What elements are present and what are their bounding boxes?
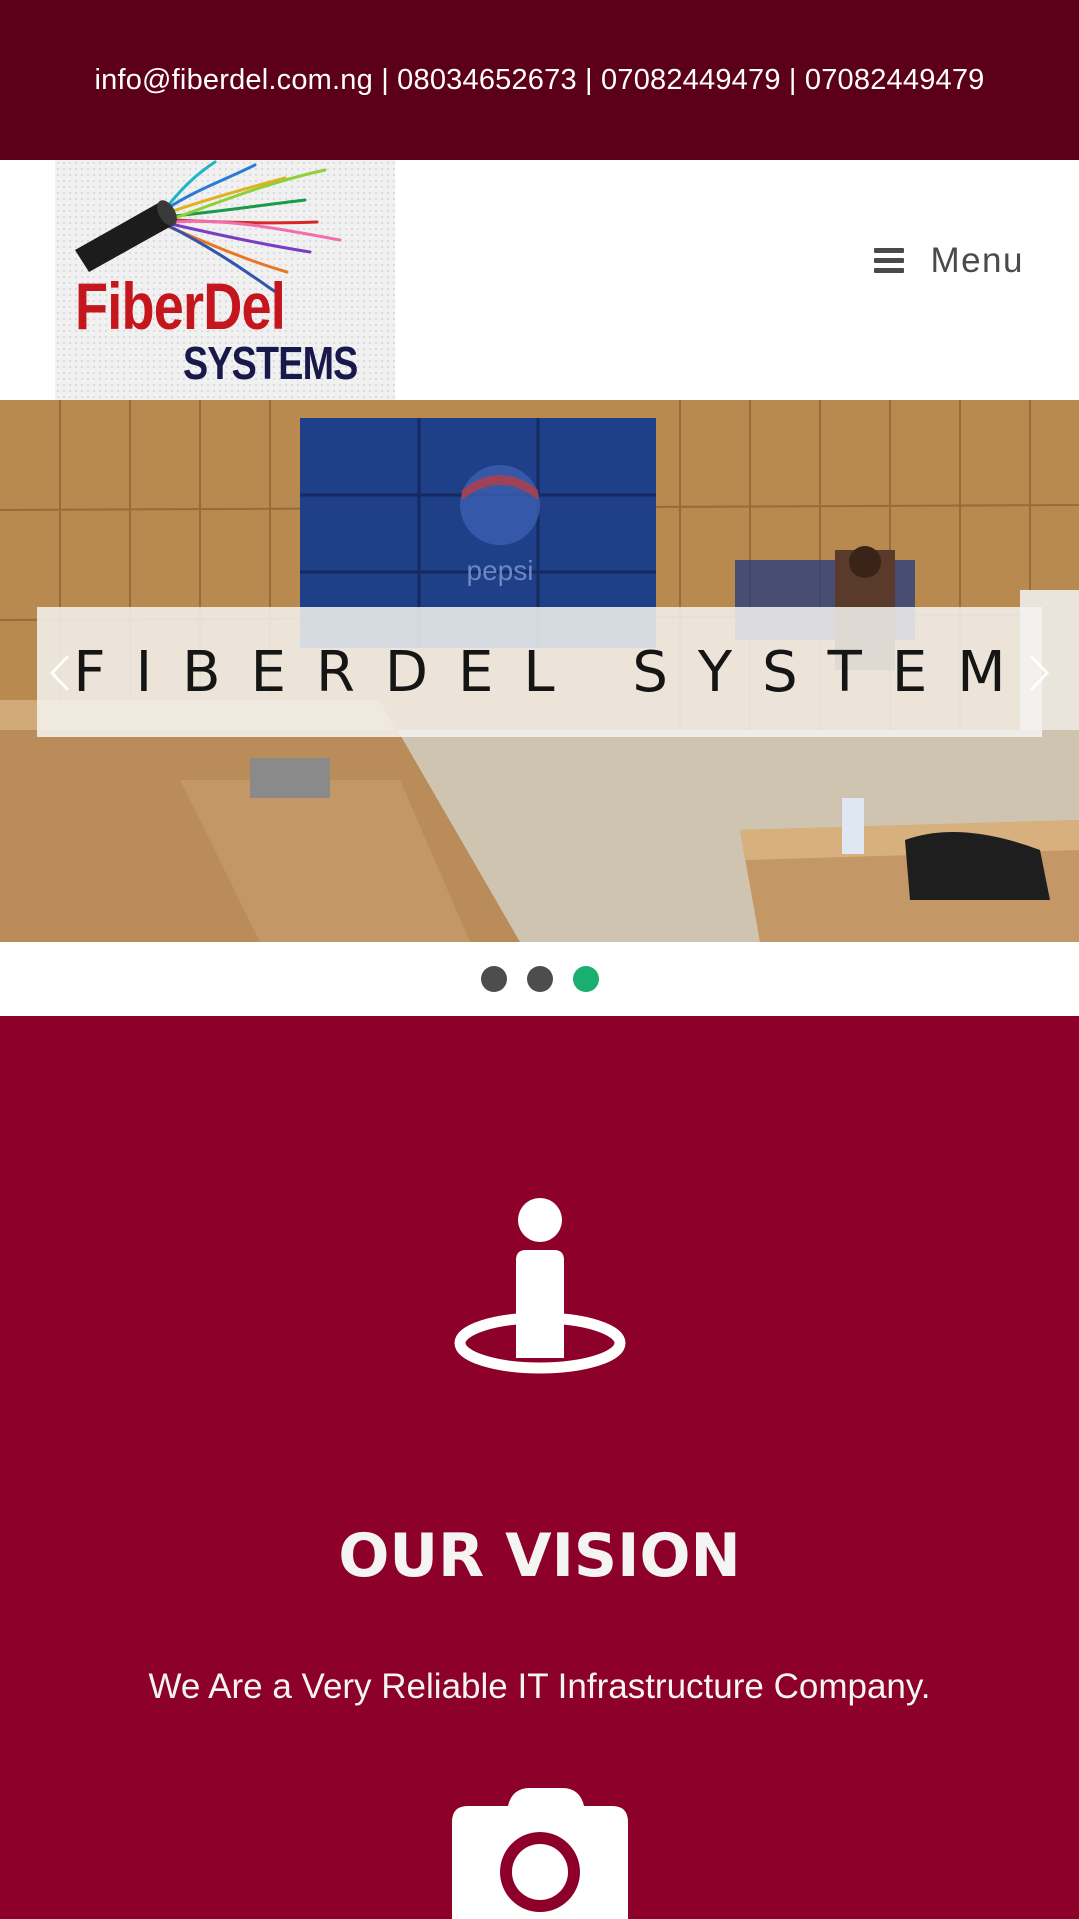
logo-text-systems: SYSTEMS: [183, 337, 358, 389]
slider-dot-3[interactable]: [572, 966, 599, 992]
vision-description: We Are a Very Reliable IT Infrastructure…: [148, 1667, 931, 1706]
slider-next-button[interactable]: [1017, 648, 1057, 698]
menu-label: Menu: [930, 241, 1024, 280]
vision-title: OUR VISION: [338, 1521, 741, 1591]
svg-text:pepsi: pepsi: [467, 555, 534, 586]
contact-bar: info@fiberdel.com.ng | 08034652673 | 070…: [0, 0, 1079, 160]
slide-caption-box: FIBERDEL SYSTEM: [37, 607, 1042, 737]
logo-text-fiberdel: FiberDel: [75, 269, 286, 343]
chevron-right-icon: [1029, 654, 1050, 692]
hero-slider[interactable]: pepsi FIBERDEL SYSTEM: [0, 400, 1079, 942]
chevron-left-icon: [49, 654, 70, 692]
site-logo[interactable]: FiberDel SYSTEMS: [55, 160, 395, 400]
contact-info: info@fiberdel.com.ng | 08034652673 | 070…: [94, 63, 985, 96]
vision-section: OUR VISION We Are a Very Reliable IT Inf…: [0, 1016, 1079, 1919]
slider-pagination: [0, 942, 1079, 1016]
slider-prev-button[interactable]: [42, 648, 82, 698]
slider-dot-1[interactable]: [480, 966, 507, 992]
hamburger-icon: [874, 248, 905, 274]
site-header: FiberDel SYSTEMS Menu: [0, 160, 1079, 400]
slider-dot-2[interactable]: [526, 966, 553, 992]
person-standing-icon: [454, 1198, 626, 1374]
camera-icon: [452, 1788, 628, 1919]
slide-caption: FIBERDEL SYSTEM: [73, 639, 1036, 705]
menu-button[interactable]: Menu: [874, 236, 1024, 286]
